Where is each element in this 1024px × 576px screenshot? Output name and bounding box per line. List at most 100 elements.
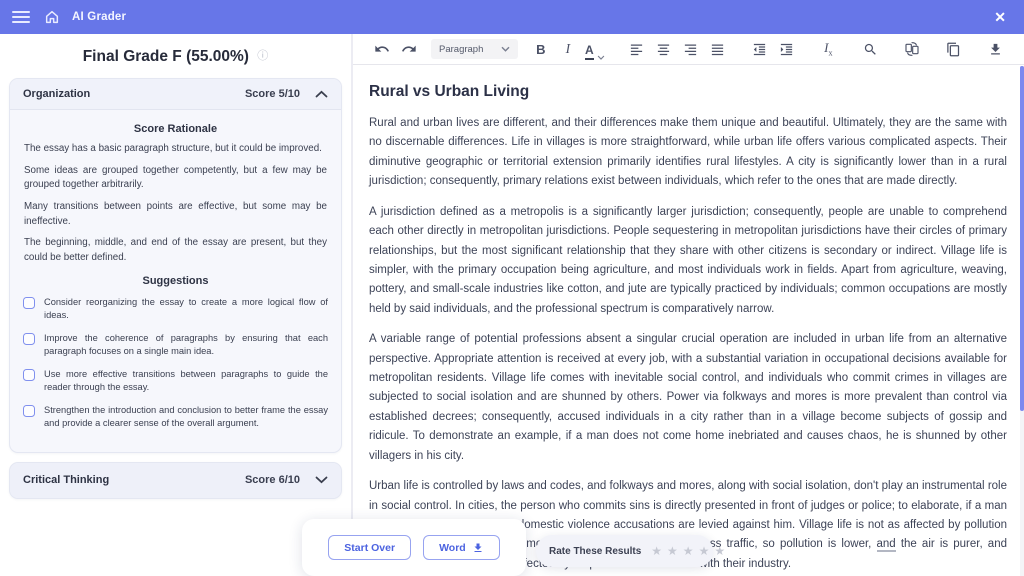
start-over-label: Start Over [344, 542, 395, 554]
grading-sidebar: Final Grade F (55.00%) ⓘ Organization Sc… [0, 34, 352, 576]
redo-button[interactable] [398, 38, 419, 60]
editor-scrollbar-thumb[interactable] [1020, 66, 1024, 411]
home-button[interactable] [44, 9, 60, 25]
close-button[interactable]: ✕ [988, 7, 1012, 28]
align-center-icon [656, 42, 671, 57]
paragraph-style-dropdown[interactable]: Paragraph [431, 39, 518, 59]
word-download-button[interactable]: Word [423, 535, 500, 560]
star-icon[interactable]: ★ [667, 545, 678, 557]
section-score: Score 6/10 [245, 474, 300, 486]
search-button[interactable] [860, 38, 881, 60]
align-left-button[interactable] [626, 38, 647, 60]
suggestion-item: Improve the coherence of paragraphs by e… [23, 332, 328, 359]
bold-button[interactable]: B [530, 38, 551, 60]
chevron-down-icon [501, 46, 510, 52]
suggestion-checkbox[interactable] [23, 405, 35, 417]
rationale-item: The beginning, middle, and end of the es… [24, 236, 327, 265]
app-title: AI Grader [72, 11, 126, 23]
bottom-actions-card: Start Over Word [302, 519, 526, 576]
align-right-button[interactable] [680, 38, 701, 60]
suggestions-title: Suggestions [23, 275, 328, 287]
editor-toolbar: Paragraph B I A [353, 34, 1024, 65]
section-name: Organization [23, 88, 90, 100]
download-button[interactable] [985, 38, 1006, 60]
rate-results-widget: Rate These Results ★★★★★ [536, 535, 713, 567]
font-color-icon: A [585, 44, 594, 60]
suggestions-list: Consider reorganizing the essay to creat… [23, 296, 328, 431]
swap-documents-icon [903, 41, 921, 57]
app-header: AI Grader ✕ [0, 0, 1024, 34]
justify-button[interactable] [707, 38, 728, 60]
star-icon[interactable]: ★ [714, 545, 725, 557]
swap-documents-button[interactable] [901, 38, 922, 60]
essay-editor-panel: Paragraph B I A [352, 34, 1024, 576]
rationale-title: Score Rationale [23, 123, 328, 135]
chevron-up-icon[interactable] [315, 90, 328, 98]
star-icon[interactable]: ★ [651, 545, 662, 557]
undo-button[interactable] [371, 38, 392, 60]
rationale-item: The essay has a basic paragraph structur… [24, 142, 327, 157]
suggestion-text: Use more effective transitions between p… [44, 368, 328, 395]
rationale-item: Some ideas are grouped together competen… [24, 164, 327, 193]
hamburger-menu-icon[interactable] [12, 11, 30, 23]
clear-formatting-button[interactable]: Ix [818, 38, 839, 60]
rate-results-label: Rate These Results [549, 546, 641, 557]
app-window: AI Grader ✕ Final Grade F (55.00%) ⓘ Org… [0, 0, 1024, 576]
redo-icon [401, 41, 417, 57]
start-over-button[interactable]: Start Over [328, 535, 411, 560]
font-color-button[interactable]: A [584, 38, 605, 60]
justify-icon [710, 42, 725, 57]
grammar-flagged-word: and [877, 538, 896, 552]
outdent-icon [752, 42, 767, 57]
final-grade-heading: Final Grade F (55.00%) ⓘ [0, 47, 351, 66]
indent-button[interactable] [776, 38, 797, 60]
suggestion-text: Strengthen the introduction and conclusi… [44, 404, 328, 431]
align-left-icon [629, 42, 644, 57]
essay-title: Rural vs Urban Living [369, 83, 1007, 101]
paragraph-style-value: Paragraph [439, 44, 483, 55]
suggestion-item: Strengthen the introduction and conclusi… [23, 404, 328, 431]
section-organization-header[interactable]: Organization Score 5/10 [10, 79, 341, 110]
essay-paragraph: A jurisdiction defined as a metropolis i… [369, 203, 1007, 320]
essay-paragraph: Rural and urban lives are different, and… [369, 114, 1007, 192]
section-critical-thinking-header[interactable]: Critical Thinking Score 6/10 [10, 463, 341, 498]
copy-button[interactable] [943, 38, 964, 60]
home-icon [44, 9, 60, 25]
chevron-down-icon[interactable] [315, 476, 328, 484]
suggestion-checkbox[interactable] [23, 333, 35, 345]
section-organization-body: Score Rationale The essay has a basic pa… [10, 110, 341, 452]
suggestion-item: Consider reorganizing the essay to creat… [23, 296, 328, 323]
copy-icon [946, 42, 961, 57]
star-rating: ★ ★ ★ ★ ★ [651, 545, 725, 557]
section-critical-thinking: Critical Thinking Score 6/10 [9, 462, 342, 499]
essay-document[interactable]: Rural vs Urban Living Rural and urban li… [353, 65, 1024, 574]
word-label: Word [439, 542, 466, 554]
suggestion-checkbox[interactable] [23, 297, 35, 309]
star-icon[interactable]: ★ [683, 545, 694, 557]
suggestion-item: Use more effective transitions between p… [23, 368, 328, 395]
align-center-button[interactable] [653, 38, 674, 60]
indent-icon [779, 42, 794, 57]
suggestion-text: Consider reorganizing the essay to creat… [44, 296, 328, 323]
rationale-list: The essay has a basic paragraph structur… [23, 142, 328, 266]
italic-button[interactable]: I [557, 38, 578, 60]
suggestion-checkbox[interactable] [23, 369, 35, 381]
search-icon [863, 42, 878, 57]
rationale-item: Many transitions between points are effe… [24, 200, 327, 229]
download-icon [988, 42, 1003, 57]
download-icon [472, 542, 484, 554]
essay-paragraph: A variable range of potential profession… [369, 330, 1007, 466]
final-grade-text: Final Grade F (55.00%) [83, 48, 249, 65]
clear-formatting-icon: Ix [824, 40, 832, 58]
undo-icon [374, 41, 390, 57]
info-icon[interactable]: ⓘ [257, 50, 268, 62]
editor-scrollbar-track[interactable] [1020, 66, 1024, 576]
section-score: Score 5/10 [245, 88, 300, 100]
document-body: Rural and urban lives are different, and… [369, 114, 1007, 574]
align-right-icon [683, 42, 698, 57]
outdent-button[interactable] [749, 38, 770, 60]
section-name: Critical Thinking [23, 474, 109, 486]
chevron-down-icon [597, 55, 605, 60]
star-icon[interactable]: ★ [699, 545, 710, 557]
suggestion-text: Improve the coherence of paragraphs by e… [44, 332, 328, 359]
